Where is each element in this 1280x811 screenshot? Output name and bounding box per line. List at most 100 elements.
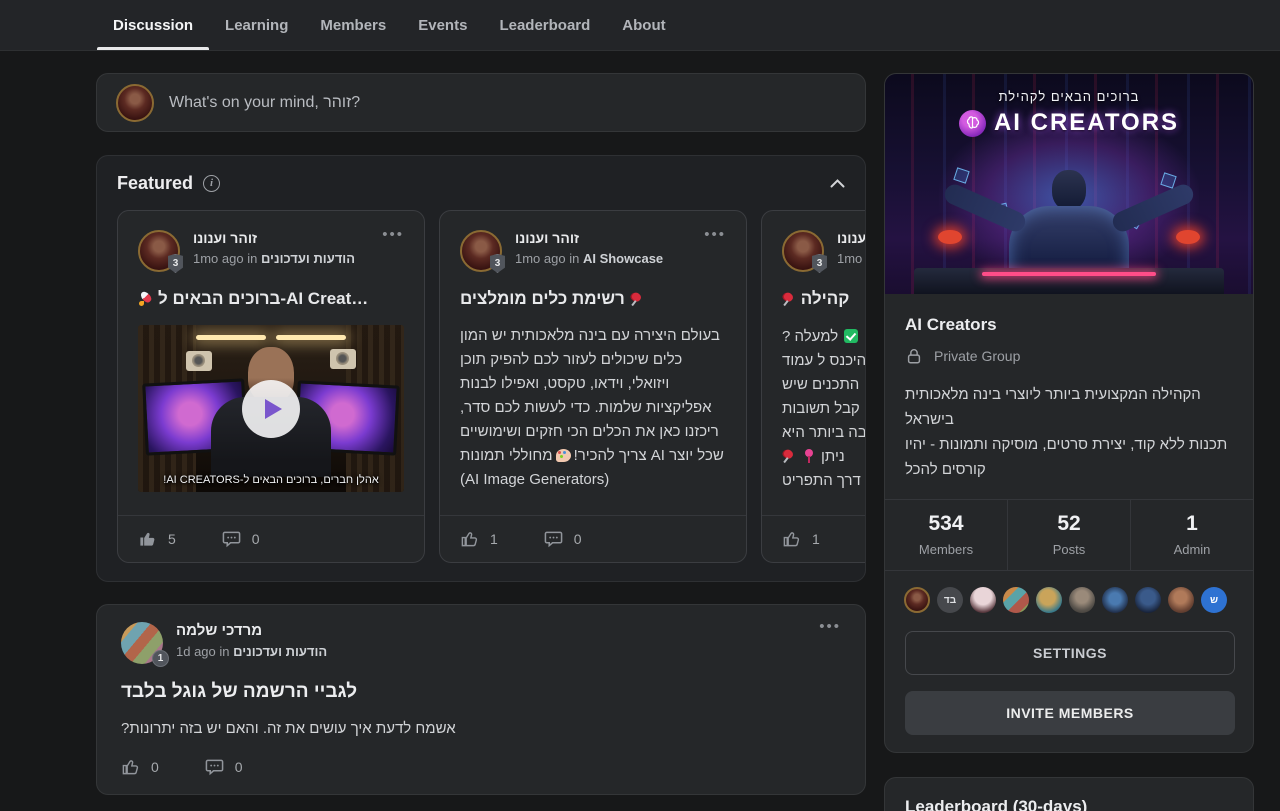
- stat-posts[interactable]: 52 Posts: [1007, 500, 1130, 570]
- member-avatar[interactable]: [1036, 587, 1062, 613]
- brain-icon: [959, 110, 986, 137]
- level-badge: 3: [811, 254, 828, 273]
- comment-count: 0: [235, 759, 243, 775]
- community-page: Discussion Learning Members Events Leade…: [0, 0, 1280, 811]
- ellipsis-menu-icon[interactable]: •••: [382, 230, 404, 240]
- featured-card-tools[interactable]: 3 זוהר וענונו 1mo ago in AI Showcase •••…: [439, 210, 747, 563]
- featured-card-welcome[interactable]: 3 זוהר וענונו 1mo ago in הודעות ועדכונים…: [117, 210, 425, 563]
- info-icon[interactable]: i: [203, 175, 220, 192]
- main-content: What's on your mind, זוהר? Featured i: [0, 51, 1280, 811]
- author-avatar[interactable]: 1: [121, 622, 163, 664]
- community-stats: 534 Members 52 Posts 1 Admin: [885, 499, 1253, 571]
- featured-section: Featured i 3 זוהר וענונ: [96, 155, 866, 582]
- play-icon[interactable]: [242, 380, 300, 438]
- member-avatar[interactable]: בד: [937, 587, 963, 613]
- like-count: 5: [168, 531, 176, 547]
- member-avatar[interactable]: [1069, 587, 1095, 613]
- feed-column: What's on your mind, זוהר? Featured i: [96, 73, 866, 795]
- post-time: 1d ago in: [176, 644, 230, 659]
- author-name[interactable]: זוהר וענונו: [193, 230, 355, 246]
- ellipsis-menu-icon[interactable]: •••: [819, 622, 841, 664]
- author-avatar[interactable]: 3: [460, 230, 502, 272]
- post-title[interactable]: רשימת כלים מומלצים: [460, 289, 726, 309]
- settings-button[interactable]: SETTINGS: [905, 631, 1235, 675]
- banner-brand-text: AI CREATORS: [994, 109, 1179, 137]
- comment-button[interactable]: 0: [544, 529, 582, 548]
- community-sidebar: ברוכים הבאים לקהילת AI CREATORS AI Creat…: [884, 73, 1254, 811]
- pushpin-icon: [630, 292, 644, 306]
- post-category[interactable]: AI Showcase: [583, 251, 663, 266]
- post-title[interactable]: ברוכים הבאים ל-AI Creat…: [138, 289, 404, 309]
- top-navigation: Discussion Learning Members Events Leade…: [0, 0, 1280, 51]
- post-title[interactable]: לגביי הרשמה של גוגל בלבד: [121, 681, 841, 703]
- lock-icon: [905, 347, 923, 365]
- post-time: 1mo ago in: [193, 251, 257, 266]
- like-button[interactable]: 0: [121, 757, 159, 776]
- member-avatar[interactable]: [970, 587, 996, 613]
- like-count: 1: [812, 531, 820, 547]
- chevron-up-icon[interactable]: [830, 179, 845, 188]
- feed-post[interactable]: 1 מרדכי שלמה 1d ago in הודעות ועדכונים •…: [96, 604, 866, 795]
- author-name[interactable]: מרדכי שלמה: [176, 622, 327, 639]
- member-avatar[interactable]: ש: [1201, 587, 1227, 613]
- post-body: ? למעלה היכנס ל עמוד התכנים שיש קבל תשוב…: [782, 324, 866, 492]
- composer-placeholder: What's on your mind, זוהר?: [169, 94, 360, 112]
- tab-learning[interactable]: Learning: [209, 0, 304, 50]
- like-button[interactable]: 5: [138, 529, 176, 548]
- member-avatar[interactable]: [1168, 587, 1194, 613]
- like-button[interactable]: 1: [460, 529, 498, 548]
- member-avatar[interactable]: [904, 587, 930, 613]
- tab-events[interactable]: Events: [402, 0, 483, 50]
- invite-members-button[interactable]: INVITE MEMBERS: [905, 691, 1235, 735]
- round-pin-icon: [802, 449, 815, 463]
- comment-button[interactable]: 0: [222, 529, 260, 548]
- featured-cards-carousel: 3 זוהר וענונו 1mo ago in הודעות ועדכונים…: [117, 210, 866, 563]
- pushpin-icon: [782, 292, 796, 306]
- member-avatar[interactable]: [1135, 587, 1161, 613]
- featured-header: Featured i: [117, 173, 865, 194]
- post-category[interactable]: הודעות ועדכונים: [233, 644, 327, 659]
- community-info-card: ברוכים הבאים לקהילת AI CREATORS AI Creat…: [884, 73, 1254, 753]
- banner-figure: [954, 170, 1184, 280]
- author-avatar[interactable]: 3: [782, 230, 824, 272]
- member-avatar[interactable]: [1003, 587, 1029, 613]
- like-count: 0: [151, 759, 159, 775]
- stat-admin[interactable]: 1 Admin: [1130, 500, 1253, 570]
- post-body: בעולם היצירה עם בינה מלאכותית יש המון כל…: [460, 324, 726, 492]
- tab-discussion[interactable]: Discussion: [97, 0, 209, 50]
- community-name: AI Creators: [905, 315, 1233, 335]
- post-title[interactable]: קהילה: [782, 289, 866, 309]
- post-time: 1mo ago in: [515, 251, 579, 266]
- author-avatar[interactable]: 3: [138, 230, 180, 272]
- leaderboard-card: Leaderboard (30-days): [884, 777, 1254, 811]
- ellipsis-menu-icon[interactable]: •••: [704, 230, 726, 240]
- level-badge: 3: [167, 254, 184, 273]
- palette-icon: [556, 449, 571, 462]
- rocket-icon: [138, 290, 154, 306]
- level-badge: 3: [489, 254, 506, 273]
- like-button[interactable]: 1: [782, 529, 820, 548]
- privacy-label: Private Group: [934, 348, 1020, 364]
- author-name[interactable]: זוהר וענונו: [515, 230, 663, 246]
- pushpin-icon: [782, 449, 796, 463]
- comment-button[interactable]: 0: [205, 757, 243, 776]
- stat-members[interactable]: 534 Members: [885, 500, 1007, 570]
- member-avatars-row: בד ש: [885, 571, 1253, 615]
- current-user-avatar: [116, 84, 154, 122]
- featured-card-community-guide[interactable]: 3 זוהר וענונו 1mo ago in קהילה ? למעלה ה…: [761, 210, 866, 563]
- comment-count: 0: [574, 531, 582, 547]
- level-badge: 1: [152, 650, 169, 667]
- tab-leaderboard[interactable]: Leaderboard: [483, 0, 606, 50]
- comment-count: 0: [252, 531, 260, 547]
- post-time: 1mo ago in: [837, 251, 866, 266]
- leaderboard-title: Leaderboard (30-days): [905, 797, 1233, 811]
- post-composer[interactable]: What's on your mind, זוהר?: [96, 73, 866, 132]
- author-name[interactable]: זוהר וענונו: [837, 230, 866, 246]
- post-category[interactable]: הודעות ועדכונים: [261, 251, 355, 266]
- community-banner: ברוכים הבאים לקהילת AI CREATORS: [885, 74, 1253, 294]
- member-avatar[interactable]: [1102, 587, 1128, 613]
- tab-members[interactable]: Members: [304, 0, 402, 50]
- video-thumbnail[interactable]: אהלן חברים, ברוכים הבאים ל-AI CREATORS!: [138, 325, 404, 492]
- tab-about[interactable]: About: [606, 0, 681, 50]
- video-caption: אהלן חברים, ברוכים הבאים ל-AI CREATORS!: [138, 474, 404, 486]
